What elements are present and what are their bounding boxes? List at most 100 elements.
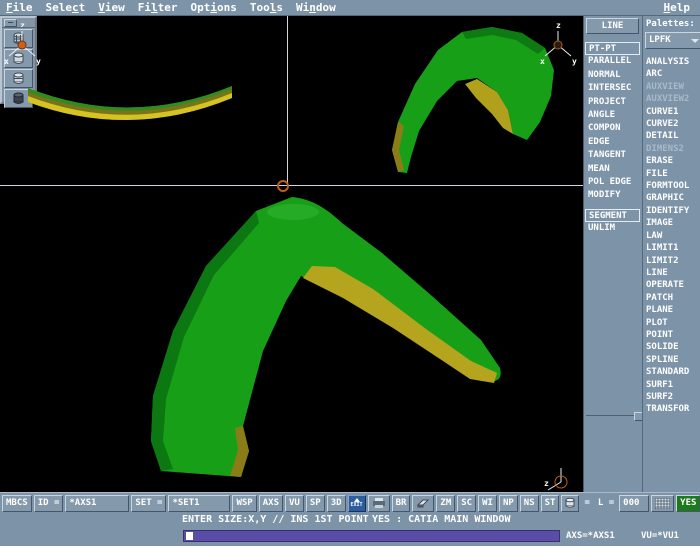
- command-input[interactable]: [183, 530, 560, 542]
- palettes-list: ANALYSIS ARC AUXVIEW AUXVIEW2 CURVE1 CUR…: [646, 56, 700, 416]
- palette-item-disabled: DIMENS2: [646, 143, 700, 155]
- palette-item[interactable]: SOLIDE: [646, 341, 700, 353]
- menu-tools[interactable]: Tools: [250, 1, 283, 14]
- palette-titlebar[interactable]: [2, 18, 35, 28]
- accel-letter: V: [98, 1, 105, 14]
- panel-resize-handle[interactable]: [586, 415, 636, 416]
- function-item[interactable]: NORMAL: [585, 69, 642, 82]
- palette-item[interactable]: FORMTOOL: [646, 180, 700, 192]
- palette-item[interactable]: IDENTIFY: [646, 205, 700, 217]
- palette-item[interactable]: FILE: [646, 168, 700, 180]
- axis-x-label: x: [540, 57, 545, 66]
- footer-bar: AXS=*AXS1 VU=*VU1: [0, 527, 700, 546]
- palette-item[interactable]: CURVE2: [646, 118, 700, 130]
- function-menu-title[interactable]: LINE: [586, 18, 639, 34]
- menu-file[interactable]: File: [6, 1, 33, 14]
- palette-item[interactable]: LIMIT1: [646, 242, 700, 254]
- palette-item[interactable]: PLOT: [646, 317, 700, 329]
- sp-button[interactable]: SP: [306, 495, 325, 512]
- palette-item[interactable]: POINT: [646, 329, 700, 341]
- prompt-message: ENTER SIZE:X,Y // INS 1ST POINT: [182, 514, 369, 525]
- set-value-field[interactable]: *SET1: [168, 495, 230, 512]
- palette-item[interactable]: TRANSFOR: [646, 403, 700, 415]
- palette-item[interactable]: LAW: [646, 230, 700, 242]
- viewport-area[interactable]: z x y z x y z: [0, 16, 583, 492]
- menu-select[interactable]: Select: [46, 1, 86, 14]
- palette-item[interactable]: STANDARD: [646, 366, 700, 378]
- palette-item[interactable]: GRAPHIC: [646, 192, 700, 204]
- palette-minimize-button[interactable]: [4, 19, 17, 27]
- st-button[interactable]: ST: [541, 495, 560, 512]
- palettes-dropdown[interactable]: LPFK: [645, 32, 700, 49]
- menu-help[interactable]: Help: [664, 1, 691, 14]
- set-label-button[interactable]: SET =: [131, 495, 166, 512]
- function-item[interactable]: INTERSEC: [585, 82, 642, 95]
- ns-button[interactable]: NS: [520, 495, 539, 512]
- text-cursor: [186, 532, 193, 540]
- function-submenu-list: SEGMENT UNLIM: [585, 209, 642, 236]
- active-window-label: YES : CATIA MAIN WINDOW: [372, 514, 510, 525]
- function-item[interactable]: MODIFY: [585, 189, 642, 202]
- model-front-view: [392, 27, 554, 173]
- palette-item[interactable]: PLANE: [646, 304, 700, 316]
- id-label-button[interactable]: ID =: [34, 495, 64, 512]
- function-item[interactable]: POL EDGE: [585, 176, 642, 189]
- palette-item[interactable]: LIMIT2: [646, 255, 700, 267]
- exit-button[interactable]: EXIT: [348, 495, 366, 512]
- eraser-icon: [416, 497, 430, 509]
- function-item[interactable]: COMPON: [585, 122, 642, 135]
- function-item-selected[interactable]: PT-PT: [585, 42, 640, 55]
- zm-button[interactable]: ZM: [436, 495, 455, 512]
- function-menu-column: LINE PT-PT PARALLEL NORMAL INTERSEC PROJ…: [584, 16, 642, 492]
- palette-item[interactable]: ERASE: [646, 155, 700, 167]
- printer-icon: [372, 497, 386, 509]
- label-part: iew: [105, 1, 125, 14]
- palette-item[interactable]: SPLINE: [646, 354, 700, 366]
- br-button[interactable]: BR: [392, 495, 411, 512]
- layer-filter-button[interactable]: [561, 495, 579, 512]
- palette-item[interactable]: CURVE1: [646, 106, 700, 118]
- np-button[interactable]: NP: [499, 495, 518, 512]
- palette-item[interactable]: IMAGE: [646, 217, 700, 229]
- id-value-field[interactable]: *AXS1: [65, 495, 129, 512]
- wi-button[interactable]: WI: [478, 495, 497, 512]
- function-subitem-selected[interactable]: SEGMENT: [585, 209, 640, 222]
- menu-options[interactable]: Options: [191, 1, 237, 14]
- palette-item-disabled: AUXVIEW2: [646, 93, 700, 105]
- function-item[interactable]: MEAN: [585, 163, 642, 176]
- palette-item[interactable]: SURF2: [646, 391, 700, 403]
- vu-button[interactable]: VU: [285, 495, 304, 512]
- menu-window[interactable]: Window: [296, 1, 336, 14]
- wsp-button[interactable]: WSP: [232, 495, 256, 512]
- function-item[interactable]: EDGE: [585, 136, 642, 149]
- menu-bar: File Select View Filter Options Tools Wi…: [0, 0, 700, 16]
- palette-item[interactable]: SURF1: [646, 379, 700, 391]
- mbcs-button[interactable]: MBCS: [2, 495, 32, 512]
- grid-icon: [655, 498, 670, 509]
- layer-value-field[interactable]: 000: [619, 495, 649, 512]
- function-item[interactable]: PARALLEL: [585, 55, 642, 68]
- sc-button[interactable]: SC: [457, 495, 476, 512]
- function-subitem[interactable]: UNLIM: [585, 222, 642, 235]
- palette-item[interactable]: PATCH: [646, 292, 700, 304]
- chevron-down-icon: [691, 39, 699, 43]
- yes-button[interactable]: YES: [676, 495, 700, 512]
- menu-filter[interactable]: Filter: [138, 1, 178, 14]
- label-part: ter: [158, 1, 178, 14]
- palette-item[interactable]: DETAIL: [646, 130, 700, 142]
- menu-view[interactable]: View: [98, 1, 125, 14]
- palette-item[interactable]: LINE: [646, 267, 700, 279]
- function-item[interactable]: TANGENT: [585, 149, 642, 162]
- axs-button[interactable]: AXS: [259, 495, 283, 512]
- print-button[interactable]: [368, 495, 390, 512]
- function-item[interactable]: PROJECT: [585, 96, 642, 109]
- label-part: t: [79, 1, 86, 14]
- function-item[interactable]: ANGLE: [585, 109, 642, 122]
- eraser-button[interactable]: [412, 495, 434, 512]
- palette-item[interactable]: ARC: [646, 68, 700, 80]
- 3d-button[interactable]: 3D: [327, 495, 346, 512]
- palette-item[interactable]: ANALYSIS: [646, 56, 700, 68]
- function-menu-list: PT-PT PARALLEL NORMAL INTERSEC PROJECT A…: [585, 42, 642, 203]
- grid-button[interactable]: [651, 495, 674, 512]
- palette-item[interactable]: OPERATE: [646, 279, 700, 291]
